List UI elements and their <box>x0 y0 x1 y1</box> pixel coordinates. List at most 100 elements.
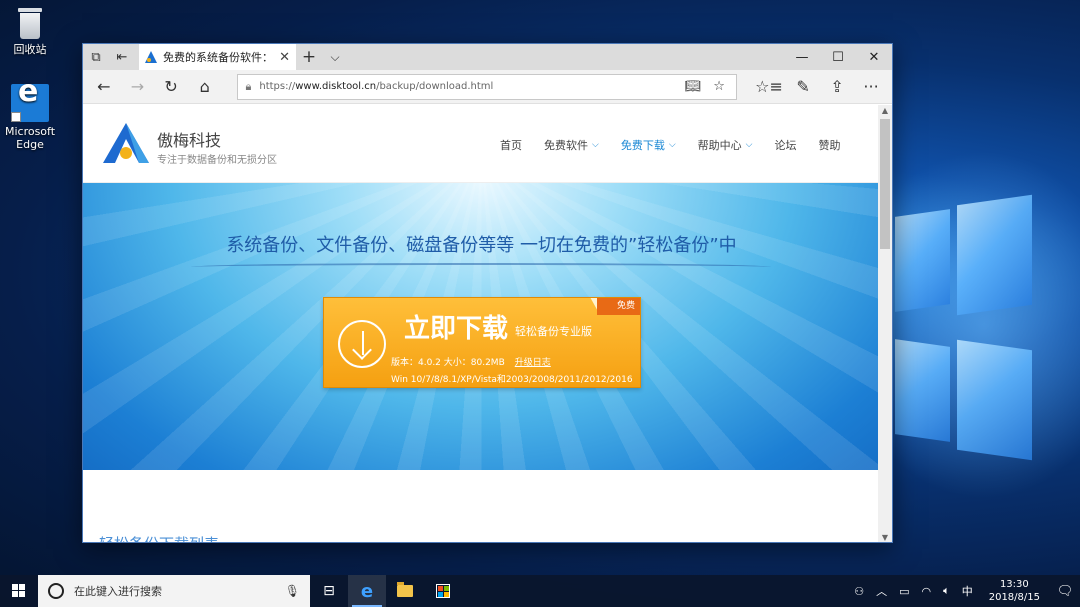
download-arrow-icon <box>338 320 386 368</box>
back-button[interactable]: ← <box>87 72 121 102</box>
desktop-icon-label: 回收站 <box>13 43 47 56</box>
system-tray: ⚇ ︿ ▭ ◠ 🔈︎ 中 13:30 2018/8/15 🗨︎ <box>848 575 1080 607</box>
edge-icon: e <box>360 580 374 602</box>
show-hidden-icons-icon[interactable]: ︿ <box>870 583 893 599</box>
refresh-button[interactable]: ↻ <box>154 72 188 102</box>
more-button[interactable]: ··· <box>854 72 888 102</box>
site-slogan: 专注于数据备份和无损分区 <box>157 155 277 166</box>
menu-item-sponsor[interactable]: 赞助 <box>818 137 840 153</box>
edge-browser-window: ⧉ ⇤ 免费的系统备份软件：轻 ✕ + ⌵ — ☐ ✕ ← → ↻ ⌂ 🔒︎ h… <box>82 43 893 543</box>
close-tab-icon[interactable]: ✕ <box>279 50 290 65</box>
new-tab-button[interactable]: + <box>296 47 322 67</box>
favorites-list-icon: ☆≡ <box>755 77 783 96</box>
windows-logo-wallpaper <box>895 185 1055 475</box>
back-arrow-icon: ← <box>97 77 111 96</box>
task-view-icon: ⊟ <box>323 583 335 599</box>
scroll-up-icon[interactable]: ▲ <box>878 105 892 117</box>
store-icon <box>436 584 450 598</box>
page-scrollbar[interactable]: ▲ ▼ <box>878 105 892 542</box>
taskbar-search-box[interactable]: 在此键入进行搜索 🎙︎ <box>38 575 310 607</box>
folder-icon <box>397 582 413 597</box>
share-button[interactable]: ⇪ <box>820 72 854 102</box>
minimize-button[interactable]: — <box>784 44 820 70</box>
taskbar-store-button[interactable] <box>424 575 462 607</box>
tab-preview-icon: ⧉ <box>91 49 101 65</box>
volume-icon[interactable]: 🔈︎ <box>937 584 956 598</box>
site-brand-name[interactable]: 傲梅科技 <box>157 127 221 151</box>
free-badge: 免费 <box>597 298 640 315</box>
network-icon[interactable]: ◠ <box>916 585 938 598</box>
people-icon[interactable]: ⚇ <box>848 585 870 598</box>
menu-item-free-software[interactable]: 免费软件 ⌵ <box>544 137 599 153</box>
chevron-down-icon: ⌵ <box>745 140 753 150</box>
chevron-down-icon: ⌵ <box>592 140 599 150</box>
taskbar-clock[interactable]: 13:30 2018/8/15 <box>979 578 1050 604</box>
desktop-icon-recycle-bin[interactable]: 回收站 <box>0 6 60 56</box>
desktop-icon-edge[interactable]: e Microsoft Edge <box>0 77 60 152</box>
home-button[interactable]: ⌂ <box>188 72 222 102</box>
microphone-icon[interactable]: 🎙︎ <box>285 584 300 598</box>
tab-title: 免费的系统备份软件：轻 <box>163 51 274 64</box>
download-now-button[interactable]: 立即下载 轻松备份专业版 版本：4.0.2 大小：80.2MB 升级日志 Win … <box>323 297 641 388</box>
battery-icon[interactable]: ▭ <box>893 585 915 598</box>
hero-banner: 系统备份、文件备份、磁盘备份等等 一切在免费的”轻松备份”中 立即下载 轻松备份… <box>83 183 880 470</box>
search-placeholder: 在此键入进行搜索 <box>74 585 162 598</box>
close-button[interactable]: ✕ <box>856 44 892 70</box>
maximize-button[interactable]: ☐ <box>820 44 856 70</box>
task-view-button[interactable]: ⊟ <box>310 575 348 607</box>
menu-item-free-download[interactable]: 免费下载 ⌵ <box>621 137 676 153</box>
taskbar-file-explorer-button[interactable] <box>386 575 424 607</box>
input-method-indicator[interactable]: 中 <box>956 583 979 599</box>
site-menu: 首页 免费软件 ⌵ 免费下载 ⌵ 帮助中心 ⌵ 论坛 赞助 <box>500 137 862 153</box>
chevron-down-icon: ⌵ <box>668 140 676 150</box>
site-favicon-icon <box>145 51 157 63</box>
edge-icon: e <box>11 77 49 122</box>
tab-preview-button[interactable]: ⧉ <box>83 44 109 70</box>
pen-icon: ✎ <box>796 77 810 96</box>
site-header: 傲梅科技 专注于数据备份和无损分区 首页 免费软件 ⌵ 免费下载 ⌵ 帮助中心 ⌵ 论… <box>83 105 880 183</box>
favorite-star-icon[interactable]: ☆ <box>710 79 728 94</box>
hero-headline: 系统备份、文件备份、磁盘备份等等 一切在免费的”轻松备份”中 <box>226 235 737 256</box>
forward-arrow-icon: → <box>130 77 145 96</box>
set-aside-tabs-button[interactable]: ⇤ <box>109 44 135 70</box>
clock-time: 13:30 <box>999 579 1029 590</box>
scroll-down-icon[interactable]: ▼ <box>878 532 892 542</box>
taskbar-edge-button[interactable]: e <box>348 575 386 607</box>
scrollbar-thumb[interactable] <box>880 119 890 249</box>
menu-item-forum[interactable]: 论坛 <box>774 137 796 153</box>
download-product-name: 轻松备份专业版 <box>515 325 592 338</box>
lock-icon: 🔒︎ <box>245 79 252 93</box>
share-icon: ⇪ <box>830 77 844 96</box>
start-button[interactable] <box>0 575 38 607</box>
web-page: 傲梅科技 专注于数据备份和无损分区 首页 免费软件 ⌵ 免费下载 ⌵ 帮助中心 ⌵ 论… <box>83 105 880 542</box>
headline-swoosh <box>191 263 771 271</box>
set-aside-icon: ⇤ <box>116 49 128 65</box>
favorites-hub-button[interactable]: ☆≡ <box>752 72 786 102</box>
windows-start-icon <box>12 584 26 598</box>
title-bar: ⧉ ⇤ 免费的系统备份软件：轻 ✕ + ⌵ — ☐ ✕ <box>83 44 892 70</box>
ellipsis-icon: ··· <box>863 77 879 96</box>
cortana-icon <box>48 583 64 599</box>
navigation-bar: ← → ↻ ⌂ 🔒︎ https://www.disktool.cn/backu… <box>83 70 892 104</box>
recycle-bin-icon <box>15 6 45 40</box>
url-text: https://www.disktool.cn/backup/download.… <box>259 81 494 92</box>
reading-view-icon[interactable]: 📖︎ <box>684 79 702 94</box>
refresh-icon: ↻ <box>164 77 178 96</box>
address-bar[interactable]: 🔒︎ https://www.disktool.cn/backup/downlo… <box>236 73 738 100</box>
home-icon: ⌂ <box>199 77 210 96</box>
action-center-icon[interactable]: 🗨︎ <box>1050 584 1080 599</box>
clock-date: 2018/8/15 <box>988 592 1040 603</box>
changelog-link[interactable]: 升级日志 <box>515 358 551 368</box>
menu-item-help-center[interactable]: 帮助中心 ⌵ <box>698 137 753 153</box>
forward-button[interactable]: → <box>121 72 155 102</box>
download-os-support: Win 10/7/8/8.1/XP/Vista和2003/2008/2011/2… <box>391 375 633 385</box>
web-note-button[interactable]: ✎ <box>786 72 820 102</box>
site-logo-icon[interactable] <box>101 121 151 165</box>
taskbar: 在此键入进行搜索 🎙︎ ⊟ e ⚇ ︿ ▭ ◠ 🔈︎ 中 13:30 2018/… <box>0 575 1080 607</box>
download-label: 立即下载 <box>404 314 509 344</box>
chevron-down-icon[interactable]: ⌵ <box>322 50 348 65</box>
menu-item-home[interactable]: 首页 <box>500 137 522 153</box>
download-version-info: 版本：4.0.2 大小：80.2MB 升级日志 <box>391 358 551 368</box>
download-list-heading: 轻松备份下载列表 <box>99 533 219 542</box>
browser-tab[interactable]: 免费的系统备份软件：轻 ✕ <box>139 44 296 70</box>
